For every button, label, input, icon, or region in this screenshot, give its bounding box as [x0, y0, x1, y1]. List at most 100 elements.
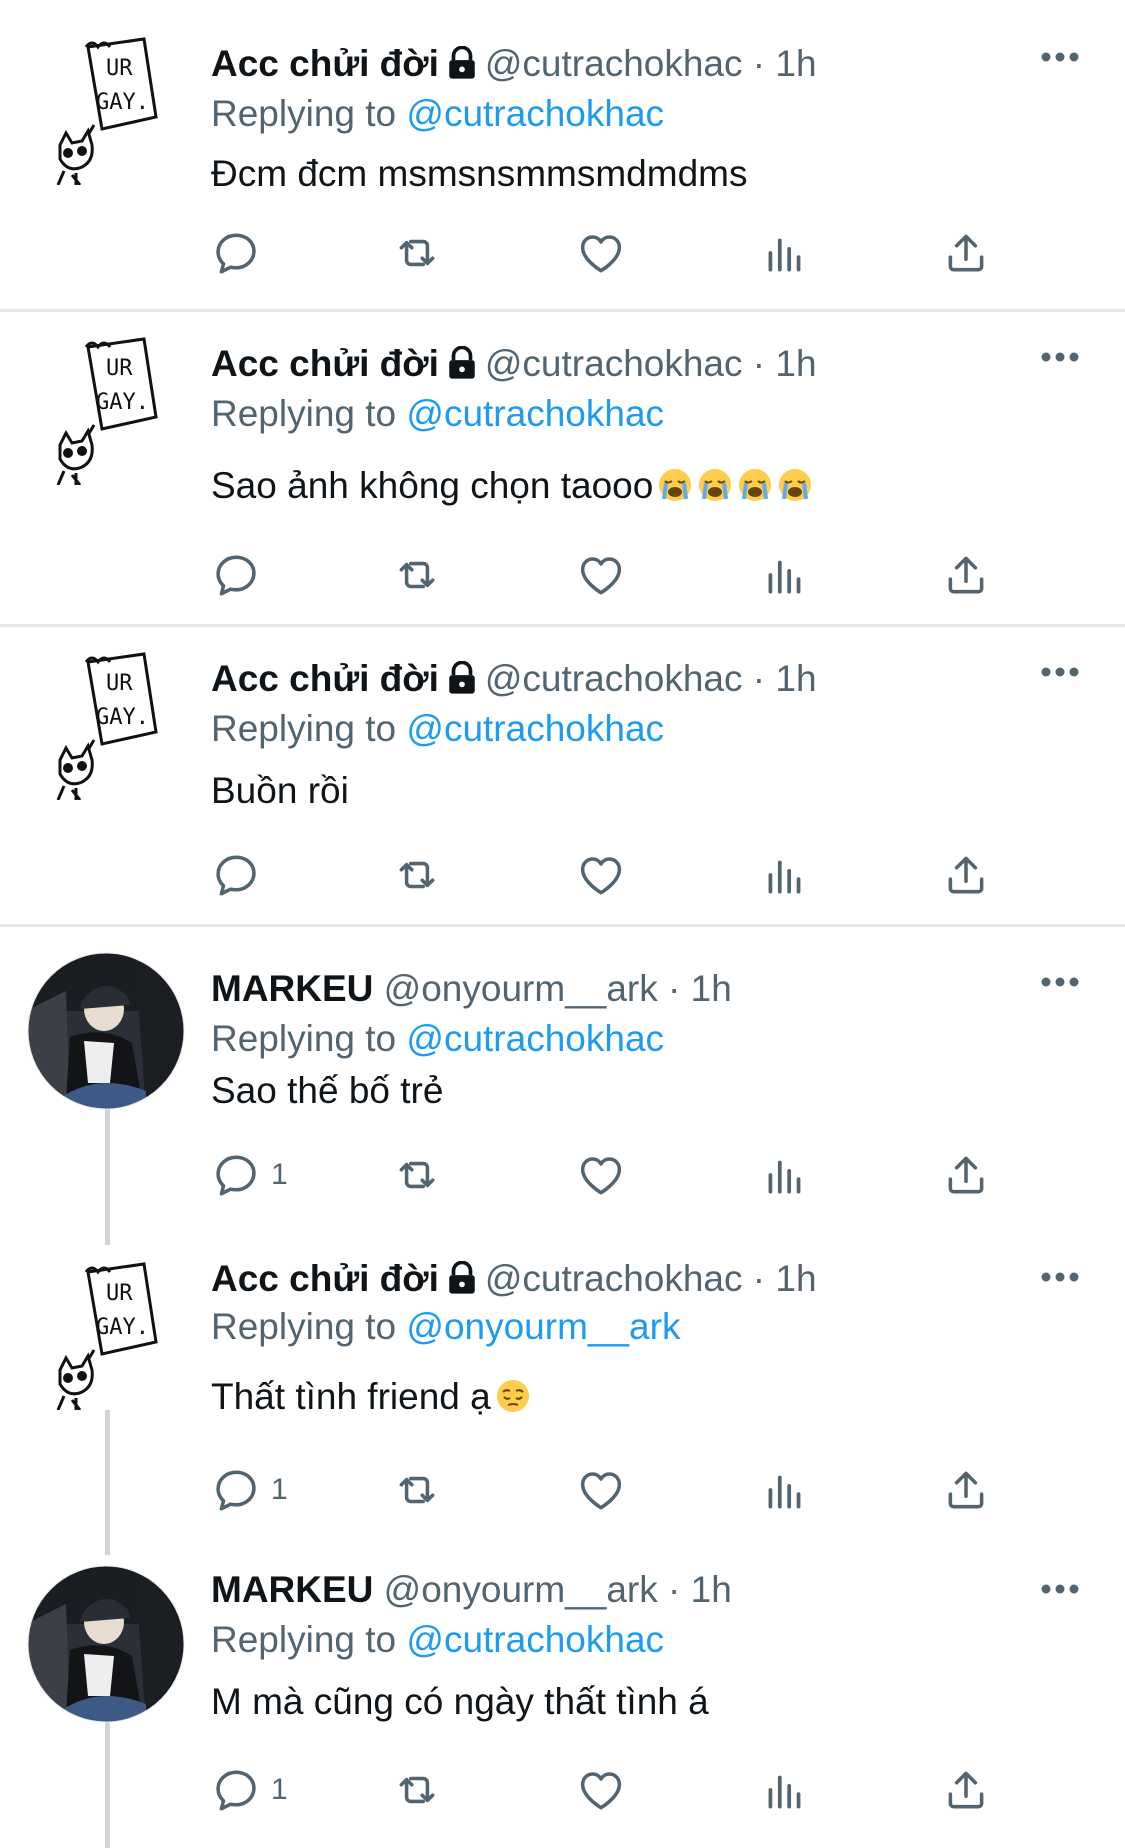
author-name[interactable]: Acc chửi đời: [211, 658, 439, 699]
tweet[interactable]: MARKEU @onyourm__ark · 1h Replying to @c…: [0, 1550, 1125, 1848]
tweet-text-content: Thất tình friend ạ: [211, 1376, 491, 1417]
like-button[interactable]: [576, 1145, 626, 1205]
retweet-button[interactable]: [392, 845, 442, 905]
author-handle[interactable]: @cutrachokhac: [485, 43, 743, 84]
more-options-icon[interactable]: [1040, 975, 1080, 989]
timestamp[interactable]: 1h: [691, 968, 732, 1009]
reply-button[interactable]: [211, 845, 271, 905]
tweet-header: MARKEU @onyourm__ark · 1h: [211, 967, 732, 1011]
heart-icon: [576, 228, 626, 278]
views-icon: [760, 1150, 810, 1200]
mention-link[interactable]: @cutrachokhac: [406, 708, 664, 749]
replying-to-label: Replying to: [211, 1306, 397, 1347]
tweet[interactable]: UR GAY. Acc chửi đời @cutrachokhac · 1h R…: [0, 615, 1125, 925]
replying-to-line: Replying to @cutrachokhac: [211, 707, 664, 751]
author-name[interactable]: Acc chửi đời: [211, 1258, 439, 1299]
avatar[interactable]: [26, 1564, 186, 1724]
views-button[interactable]: [760, 223, 810, 283]
tweet-text-content: Sao thế bố trẻ: [211, 1070, 444, 1111]
retweet-button[interactable]: [392, 1460, 442, 1520]
author-name[interactable]: MARKEU: [211, 968, 373, 1009]
author-handle[interactable]: @cutrachokhac: [485, 658, 743, 699]
doodle-avatar-image: UR GAY.: [26, 1250, 186, 1410]
reply-button[interactable]: 1: [211, 1460, 288, 1520]
like-button[interactable]: [576, 223, 626, 283]
more-options-icon[interactable]: [1040, 1270, 1080, 1284]
reply-button[interactable]: [211, 545, 271, 605]
like-button[interactable]: [576, 1760, 626, 1820]
avatar[interactable]: UR GAY.: [26, 640, 186, 800]
reply-count: 1: [271, 1473, 288, 1506]
avatar[interactable]: UR GAY.: [26, 25, 186, 185]
tweet[interactable]: UR GAY. Acc chửi đời @cutrachokhac · 1h R…: [0, 0, 1125, 274]
views-icon: [760, 1465, 810, 1515]
doodle-avatar-image: UR GAY.: [56, 652, 158, 800]
retweet-button[interactable]: [392, 1145, 442, 1205]
share-icon: [941, 1150, 991, 1200]
timestamp[interactable]: 1h: [775, 1258, 816, 1299]
share-button[interactable]: [941, 223, 991, 283]
avatar[interactable]: UR GAY.: [26, 1250, 186, 1410]
tweet[interactable]: UR GAY. Acc chửi đời @cutrachokhac · 1h R…: [0, 1235, 1125, 1550]
share-icon: [941, 550, 991, 600]
author-handle[interactable]: @onyourm__ark: [384, 968, 658, 1009]
timestamp[interactable]: 1h: [691, 1569, 732, 1610]
retweet-button[interactable]: [392, 1760, 442, 1820]
loudly-crying-face-emoji: [777, 467, 813, 503]
share-button[interactable]: [941, 545, 991, 605]
doodle-avatar-image: UR GAY.: [56, 337, 158, 485]
share-icon: [941, 1465, 991, 1515]
retweet-icon: [392, 1465, 442, 1515]
share-icon: [941, 850, 991, 900]
like-button[interactable]: [576, 845, 626, 905]
avatar[interactable]: [26, 951, 186, 1111]
more-options-icon[interactable]: [1040, 665, 1080, 679]
views-icon: [760, 228, 810, 278]
mention-link[interactable]: @cutrachokhac: [406, 93, 664, 134]
views-button[interactable]: [760, 1760, 810, 1820]
views-button[interactable]: [760, 1460, 810, 1520]
action-bar: 1: [0, 1460, 1125, 1520]
avatar[interactable]: UR GAY.: [26, 325, 186, 485]
timestamp[interactable]: 1h: [775, 343, 816, 384]
author-handle[interactable]: @onyourm__ark: [384, 1569, 658, 1610]
retweet-button[interactable]: [392, 545, 442, 605]
svg-text:UR: UR: [106, 356, 133, 381]
tweet[interactable]: MARKEU @onyourm__ark · 1h Replying to @c…: [0, 925, 1125, 1235]
separator-dot: ·: [752, 343, 766, 384]
share-button[interactable]: [941, 1760, 991, 1820]
mention-link[interactable]: @cutrachokhac: [406, 1619, 664, 1660]
reply-button[interactable]: 1: [211, 1145, 288, 1205]
timestamp[interactable]: 1h: [775, 43, 816, 84]
author-name[interactable]: Acc chửi đời: [211, 343, 439, 384]
retweet-button[interactable]: [392, 223, 442, 283]
more-options-icon[interactable]: [1040, 350, 1080, 364]
share-button[interactable]: [941, 1460, 991, 1520]
reply-button[interactable]: 1: [211, 1760, 288, 1820]
replying-to-line: Replying to @onyourm__ark: [211, 1305, 680, 1349]
separator-dot: ·: [668, 1569, 681, 1610]
views-button[interactable]: [760, 1145, 810, 1205]
tweet[interactable]: UR GAY. Acc chửi đời @cutrachokhac · 1h R…: [0, 300, 1125, 615]
more-options-icon[interactable]: [1040, 1582, 1080, 1596]
author-handle[interactable]: @cutrachokhac: [485, 1258, 743, 1299]
author-name[interactable]: Acc chửi đời: [211, 43, 439, 84]
tweet-text-content: Đcm đcm msmsnsmmsmdmdms: [211, 153, 748, 194]
views-button[interactable]: [760, 845, 810, 905]
author-handle[interactable]: @cutrachokhac: [485, 343, 743, 384]
author-name[interactable]: MARKEU: [211, 1569, 373, 1610]
timestamp[interactable]: 1h: [775, 658, 816, 699]
mention-link[interactable]: @onyourm__ark: [406, 1306, 680, 1347]
like-button[interactable]: [576, 1460, 626, 1520]
mention-link[interactable]: @cutrachokhac: [406, 393, 664, 434]
reply-button[interactable]: [211, 223, 271, 283]
mention-link[interactable]: @cutrachokhac: [406, 1018, 664, 1059]
like-button[interactable]: [576, 545, 626, 605]
tweet-text: Thất tình friend ạ: [211, 1375, 531, 1419]
more-options-icon[interactable]: [1040, 50, 1080, 64]
action-bar: 1: [0, 1145, 1125, 1205]
share-button[interactable]: [941, 1145, 991, 1205]
views-button[interactable]: [760, 545, 810, 605]
share-button[interactable]: [941, 845, 991, 905]
replying-to-line: Replying to @cutrachokhac: [211, 392, 664, 436]
